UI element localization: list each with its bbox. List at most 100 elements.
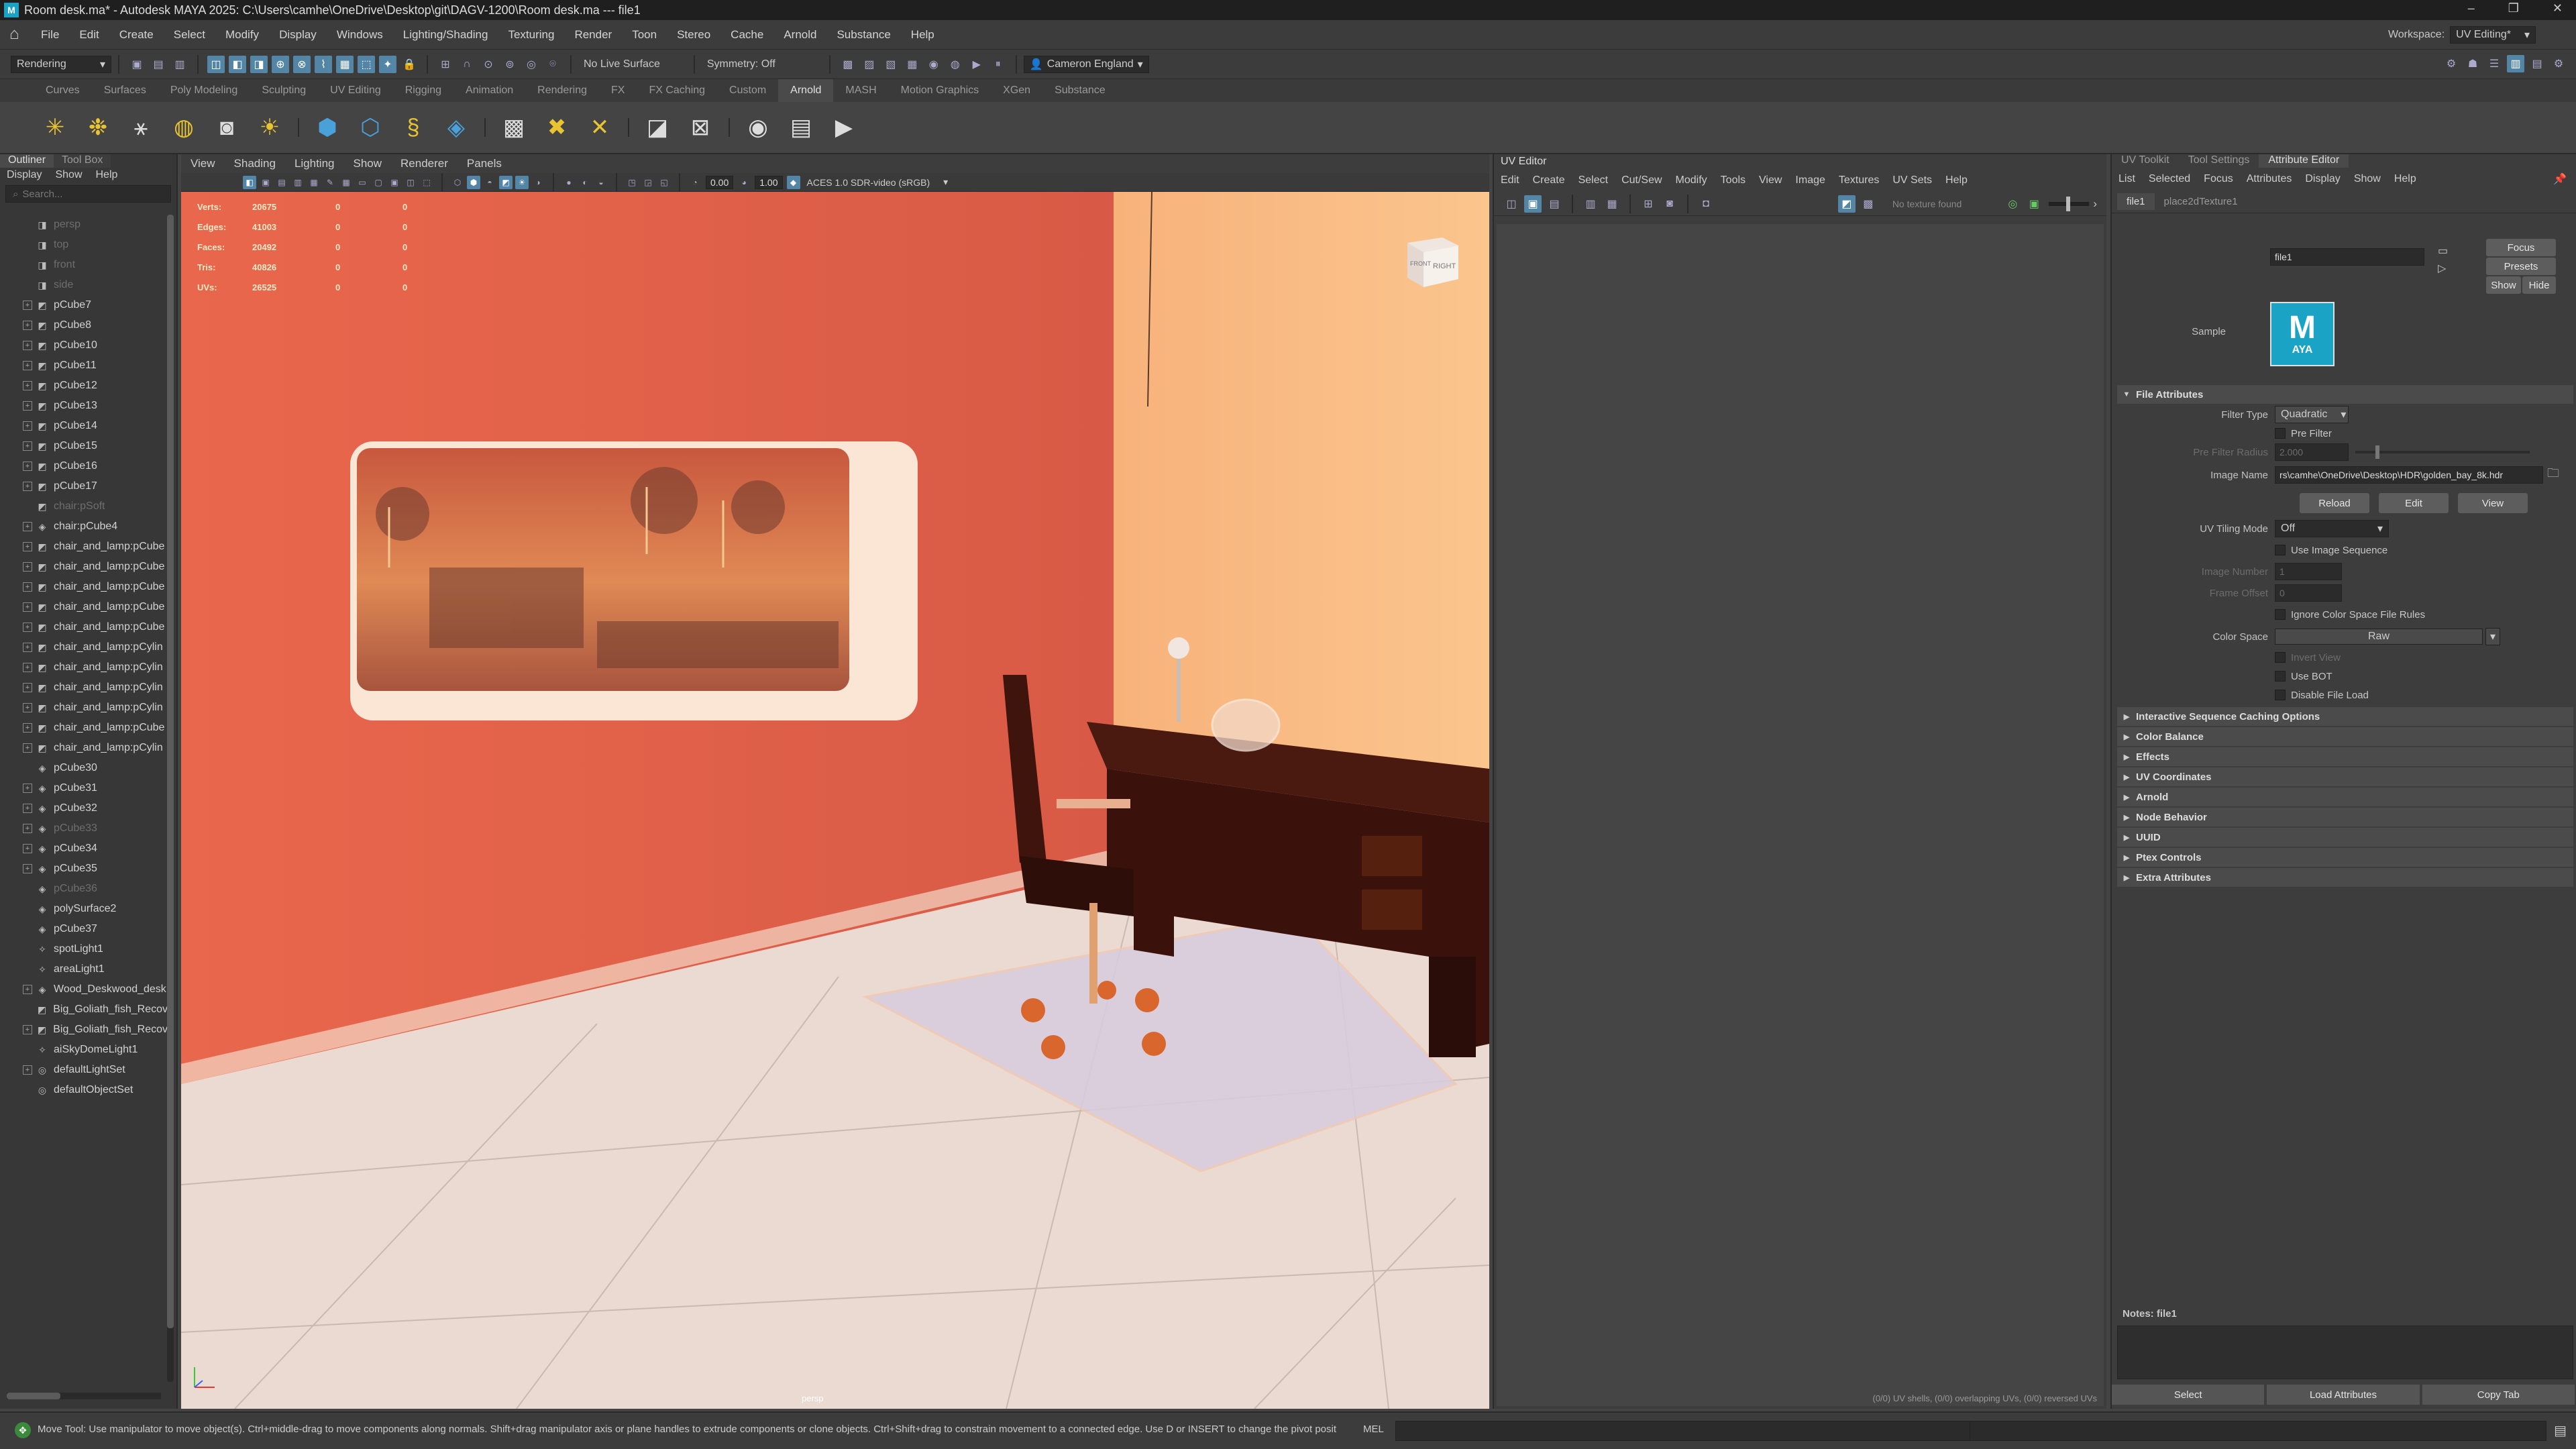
ae-menu-selected[interactable]: Selected [2142,173,2197,185]
uv-menu-textures[interactable]: Textures [1832,174,1886,186]
expand-icon[interactable]: + [23,321,32,330]
viewcube[interactable]: FRONT RIGHT [1401,227,1465,291]
outliner-item[interactable]: + ◩ Big_Goliath_fish_Recov [0,1020,168,1040]
menu-cache[interactable]: Cache [720,28,773,42]
snap-view-icon[interactable]: ⊚ [501,56,519,73]
mesh-light-icon[interactable]: ❉ [81,111,115,144]
expand-icon[interactable]: + [23,482,32,491]
menu-edit[interactable]: Edit [69,28,109,42]
uv-menu-create[interactable]: Create [1526,174,1572,186]
menu-shading[interactable]: Shading [225,157,285,170]
snap-curve-icon[interactable]: ∩ [458,56,476,73]
ignore-color-space-checkbox[interactable] [2275,609,2286,620]
minimize-icon[interactable]: – [2468,1,2475,15]
default-material-icon[interactable]: ◓ [483,176,496,189]
skydome-light-icon[interactable]: ◍ [167,111,201,144]
license-manager-icon[interactable]: ✕ [583,111,616,144]
shelf-tab-substance[interactable]: Substance [1042,79,1118,102]
shelf-tab-animation[interactable]: Animation [453,79,525,102]
script-editor-icon[interactable]: ▤ [2554,1422,2567,1439]
expand-icon[interactable]: + [23,723,32,733]
chevron-right-icon[interactable]: › [2093,197,2097,211]
menu-arnold[interactable]: Arnold [773,28,826,42]
pre-filter-radius-field[interactable]: 2.000 [2275,443,2349,461]
outliner-item[interactable]: ✧ aiSkyDomeLight1 [0,1040,168,1060]
outliner-vertical-scrollbar[interactable] [167,215,174,1382]
expand-icon[interactable]: + [23,683,32,692]
view-button[interactable]: View [2458,493,2528,513]
shelf-tab-surfaces[interactable]: Surfaces [92,79,158,102]
gamma-field[interactable]: 1.00 [755,175,783,189]
filter-type-dropdown[interactable]: Quadratic ▾ [2275,406,2349,423]
ae-menu-show[interactable]: Show [2347,173,2387,185]
outliner-item[interactable]: ✧ areaLight1 [0,959,168,979]
area-light-icon[interactable]: ✳ [38,111,72,144]
snap-live-icon[interactable]: ⌾ [544,56,561,73]
shelf-tab-arnold[interactable]: Arnold [778,79,834,102]
outliner-item[interactable]: + ◩ chair_and_lamp:pCylin [0,637,168,657]
shelf-tab-curves[interactable]: Curves [34,79,92,102]
render-geometry-icon[interactable]: ◈ [439,111,473,144]
image-plane-icon[interactable]: ▥ [291,176,305,189]
expand-icon[interactable]: + [23,462,32,471]
exposure-slider[interactable] [2049,196,2090,211]
uv-menu-uv-sets[interactable]: UV Sets [1886,174,1939,186]
outliner-item[interactable]: + ◈ pCube34 [0,839,168,859]
shelf-tab-fx-caching[interactable]: FX Caching [637,79,717,102]
spot-light-icon[interactable]: ⚹ [124,111,158,144]
select-node-icon[interactable]: ▭ [2438,244,2448,258]
expand-icon[interactable]: + [23,623,32,632]
use-bot-checkbox[interactable] [2275,671,2286,682]
expand-icon[interactable]: + [23,421,32,431]
menu-help[interactable]: Help [901,28,945,42]
tx-manager-icon[interactable]: ✖ [540,111,574,144]
expand-icon[interactable]: + [23,301,32,310]
outliner-search-input[interactable]: ⌕ Search... [5,185,171,203]
uv-menu-modify[interactable]: Modify [1669,174,1714,186]
section-file-attributes[interactable]: ▼ File Attributes [2117,385,2573,404]
outliner-item[interactable]: ◈ pCube36 [0,879,168,899]
new-scene-icon[interactable]: ▣ [128,56,146,73]
xray-joints-icon[interactable]: ◱ [657,176,671,189]
color-space-arrow[interactable]: ▾ [2485,628,2501,645]
workspace-dropdown[interactable]: UV Editing* ▾ [2450,26,2536,44]
outliner-item[interactable]: + ◩ pCube15 [0,436,168,456]
tab-tool-settings[interactable]: Tool Settings [2179,154,2259,168]
pause-icon[interactable]: ⏸ [989,56,1007,73]
menu-display[interactable]: Display [0,169,48,181]
exposure-icon[interactable]: ◔ [688,176,702,189]
menu-texturing[interactable]: Texturing [498,28,564,42]
ae-menu-display[interactable]: Display [2298,173,2347,185]
slider-handle[interactable] [2066,196,2071,211]
pre-filter-radius-slider[interactable] [2355,445,2530,459]
outliner-item[interactable]: + ◈ pCube32 [0,798,168,818]
outliner-item[interactable]: + ◩ pCube8 [0,315,168,335]
colorspace-dropdown[interactable]: ACES 1.0 SDR-video (sRGB) ▾ [802,175,954,189]
outliner-item[interactable]: ◈ pCube30 [0,758,168,778]
smooth-shade-icon[interactable]: ⬢ [467,175,480,189]
section-node-behavior[interactable]: ▶ Node Behavior [2117,808,2573,826]
menu-lighting-shading[interactable]: Lighting/Shading [393,28,498,42]
expand-icon[interactable]: + [23,703,32,712]
shelf-tab-mash[interactable]: MASH [833,79,888,102]
expand-icon[interactable]: + [23,864,32,873]
menu-help[interactable]: Help [89,169,125,181]
mel-label[interactable]: MEL [1363,1424,1384,1435]
exposure-icon[interactable]: ▣ [2025,195,2043,213]
pre-filter-checkbox[interactable] [2275,428,2286,439]
shelf-tab-poly-modeling[interactable]: Poly Modeling [158,79,250,102]
expand-icon[interactable]: + [23,1065,32,1075]
expand-icon[interactable]: + [23,582,32,592]
restore-icon[interactable]: ❐ [2508,1,2519,15]
shadows-icon[interactable]: ◑ [531,176,545,189]
channel-box-toggle-icon[interactable]: ▤ [2528,55,2546,72]
uv-select-icon[interactable]: ◫ [1503,195,1520,213]
snap-grid-icon[interactable]: ⊞ [437,56,454,73]
expand-icon[interactable]: + [23,361,32,370]
grease-pencil-icon[interactable]: ✎ [323,176,337,189]
outliner-item[interactable]: + ◩ chair_and_lamp:pCube [0,577,168,597]
channels-icon[interactable]: ◎ [2004,195,2021,213]
uv-tiling-dropdown[interactable]: Off ▾ [2275,520,2389,537]
menu-select[interactable]: Select [164,28,215,42]
motion-blur-icon[interactable]: ◐ [578,176,592,189]
